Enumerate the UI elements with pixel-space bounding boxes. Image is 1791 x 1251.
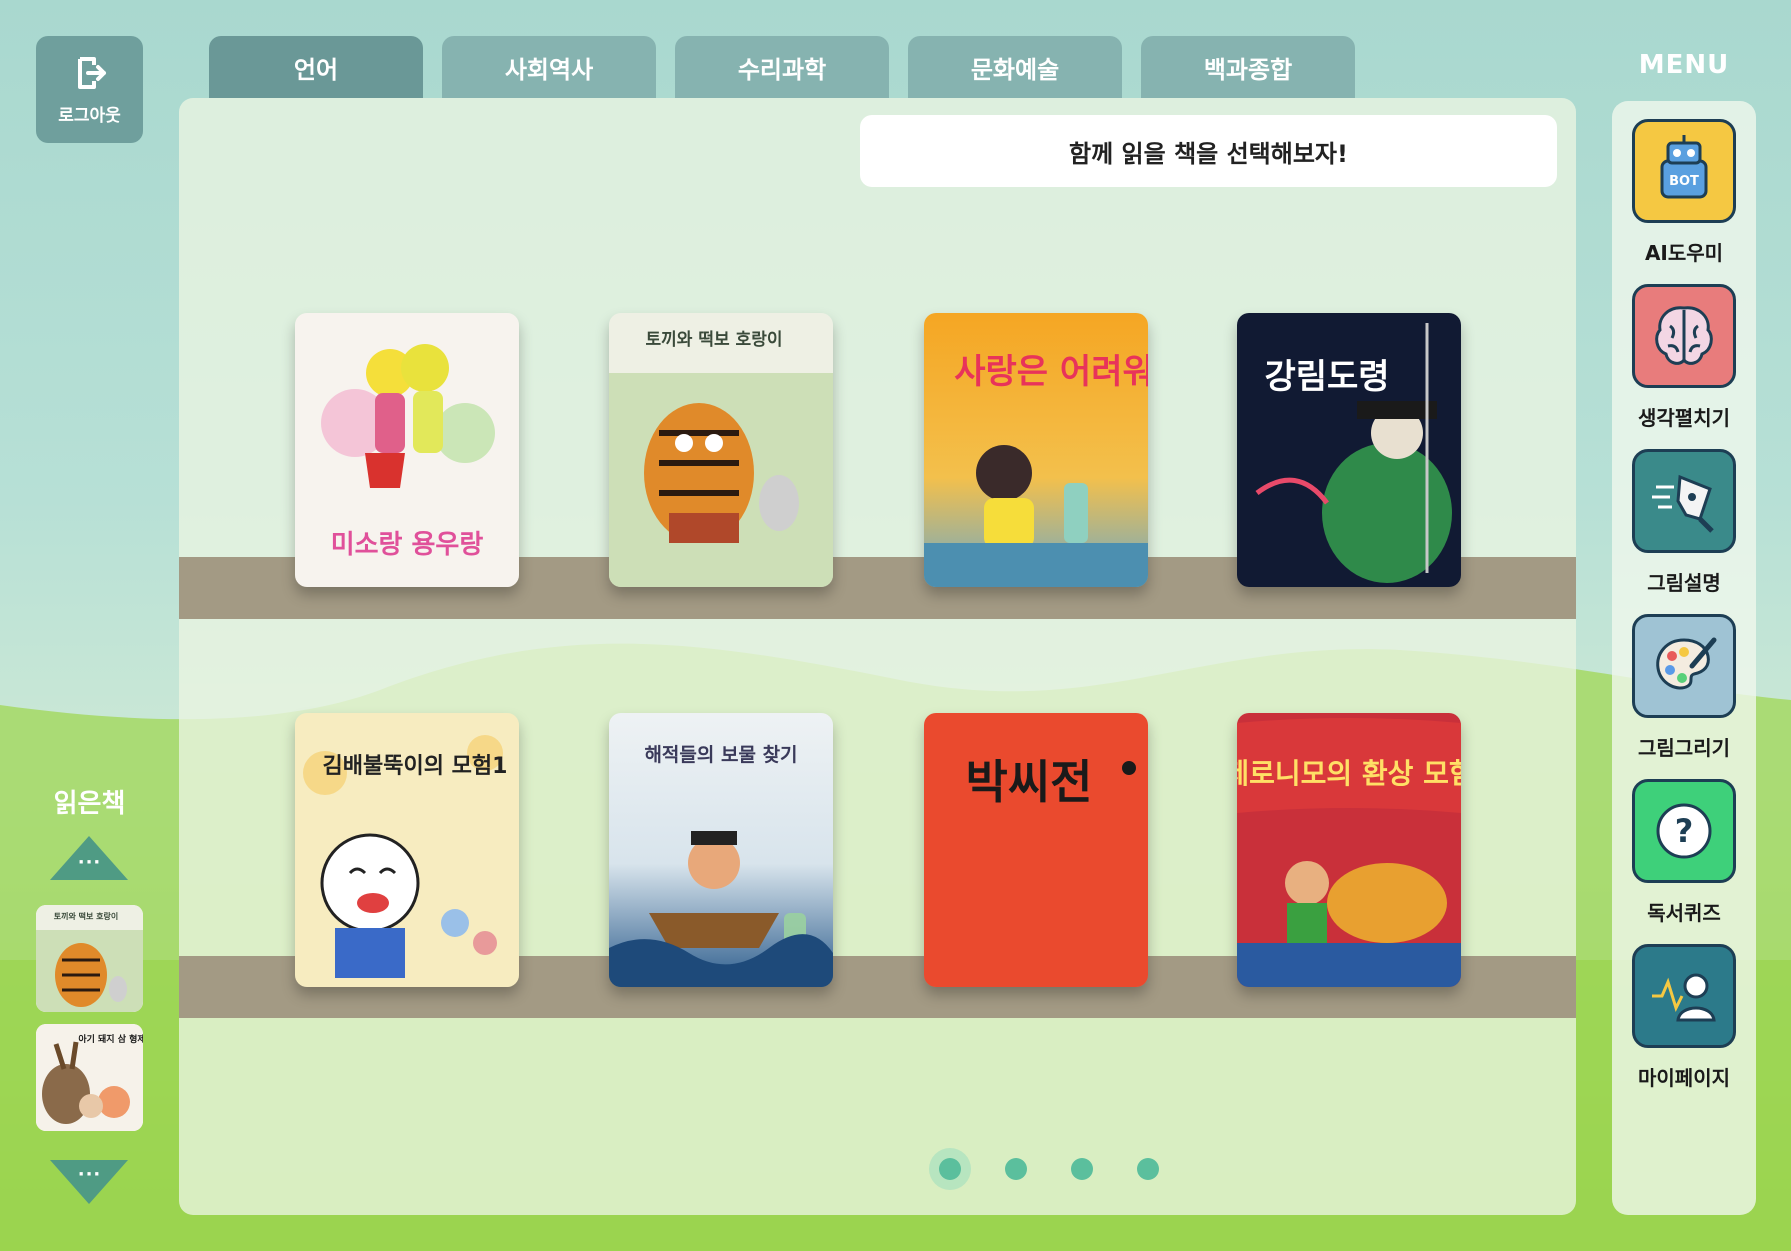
book-card[interactable]: 박씨전 [924,713,1148,987]
menu-item-ai-helper[interactable]: BOT AI도우미 [1630,119,1738,266]
more-up-icon: ··· [77,852,102,873]
book-title: 제로니모의 환상 모험 [1237,757,1461,790]
tab-culture-arts[interactable]: 문화예술 [908,36,1122,98]
category-tabs: 언어 사회역사 수리과학 문화예술 백과종합 [209,36,1355,98]
menu-item-mypage[interactable]: 마이페이지 [1630,944,1738,1091]
tab-math-science[interactable]: 수리과학 [675,36,889,98]
book-card[interactable]: 미소랑 용우랑 [295,313,519,587]
book-card[interactable]: 제로니모의 환상 모험 [1237,713,1461,987]
book-cover-pirates: 해적들의 보물 찾기 [609,713,833,987]
book-card[interactable]: 강림도령 [1237,313,1461,587]
book-cover-kimbaebul: 김배불뚝이의 모험1 [295,713,519,987]
book-title: 김배불뚝이의 모험1 [323,753,508,779]
book-cover-love: 사랑은 어려워 [924,313,1148,587]
robot-icon: BOT [1632,119,1736,223]
menu-title: MENU [1638,50,1730,80]
book-card[interactable]: 토끼와 떡보 호랑이 [609,313,833,587]
menu-label: 생각펼치기 [1638,406,1730,430]
book-cover-gangrim: 강림도령 [1237,313,1461,587]
read-book-cover-pigs: 아기 돼지 삼 형제 [36,1024,143,1131]
book-card[interactable]: 해적들의 보물 찾기 [609,713,833,987]
read-book-cover-tiger: 토끼와 떡보 호랑이 [36,905,143,1012]
bookshelf-panel: 함께 읽을 책을 선택해보자! 미소랑 용우랑 토끼와 떡보 호랑이 사랑은 어… [179,98,1576,1215]
book-card[interactable]: 김배불뚝이의 모험1 [295,713,519,987]
menu-item-quiz[interactable]: ? 독서퀴즈 [1630,779,1738,926]
book-title: 해적들의 보물 찾기 [644,744,797,766]
book-title: 박씨전 [966,755,1093,809]
tab-encyclopedia[interactable]: 백과종합 [1141,36,1355,98]
page-dot-4[interactable] [1137,1158,1159,1180]
book-title: 강림도령 [1264,357,1389,397]
tab-language[interactable]: 언어 [209,36,423,98]
logout-icon [77,57,106,89]
menu-label: 그림그리기 [1638,736,1730,760]
read-book-title: 토끼와 떡보 호랑이 [54,911,118,921]
page-dot-2[interactable] [1005,1158,1027,1180]
menu-label: AI도우미 [1644,241,1724,265]
page-dot-1[interactable] [939,1158,961,1180]
book-cover-tiger: 토끼와 떡보 호랑이 [609,313,833,587]
pagination [939,1158,1159,1180]
book-cover-parkssi: 박씨전 [924,713,1148,987]
logout-button[interactable]: 로그아웃 [36,36,143,143]
read-book-thumb[interactable]: 아기 돼지 삼 형제 [36,1024,143,1131]
tab-social-history[interactable]: 사회역사 [442,36,656,98]
book-title: 토끼와 떡보 호랑이 [646,330,783,350]
svg-text:BOT: BOT [1669,174,1699,189]
more-down-icon: ··· [77,1164,102,1185]
svg-text:?: ? [1675,812,1694,850]
prompt-banner: 함께 읽을 책을 선택해보자! [860,115,1557,187]
page-dot-3[interactable] [1071,1158,1093,1180]
menu-label: 그림설명 [1647,571,1721,595]
book-title: 사랑은 어려워 [954,352,1148,392]
menu-label: 독서퀴즈 [1647,901,1721,925]
menu-sidebar: BOT AI도우미 생각펼치기 그림설명 그림그리기 ? 독서퀴즈 마이페이지 [1612,101,1756,1215]
menu-item-think[interactable]: 생각펼치기 [1630,284,1738,431]
menu-item-describe[interactable]: 그림설명 [1630,449,1738,596]
brain-icon [1632,284,1736,388]
palette-icon [1632,614,1736,718]
book-card[interactable]: 사랑은 어려워 [924,313,1148,587]
profile-icon [1632,944,1736,1048]
read-book-title: 아기 돼지 삼 형제 [78,1033,143,1045]
book-cover-geronimo: 제로니모의 환상 모험 [1237,713,1461,987]
logout-label: 로그아웃 [58,106,121,126]
menu-item-draw[interactable]: 그림그리기 [1630,614,1738,761]
read-books-title: 읽은책 [53,789,126,819]
book-title: 미소랑 용우랑 [331,530,484,560]
menu-label: 마이페이지 [1638,1066,1730,1090]
book-cover-misorang: 미소랑 용우랑 [295,313,519,587]
question-icon: ? [1632,779,1736,883]
pen-icon [1632,449,1736,553]
read-book-thumb[interactable]: 토끼와 떡보 호랑이 [36,905,143,1012]
